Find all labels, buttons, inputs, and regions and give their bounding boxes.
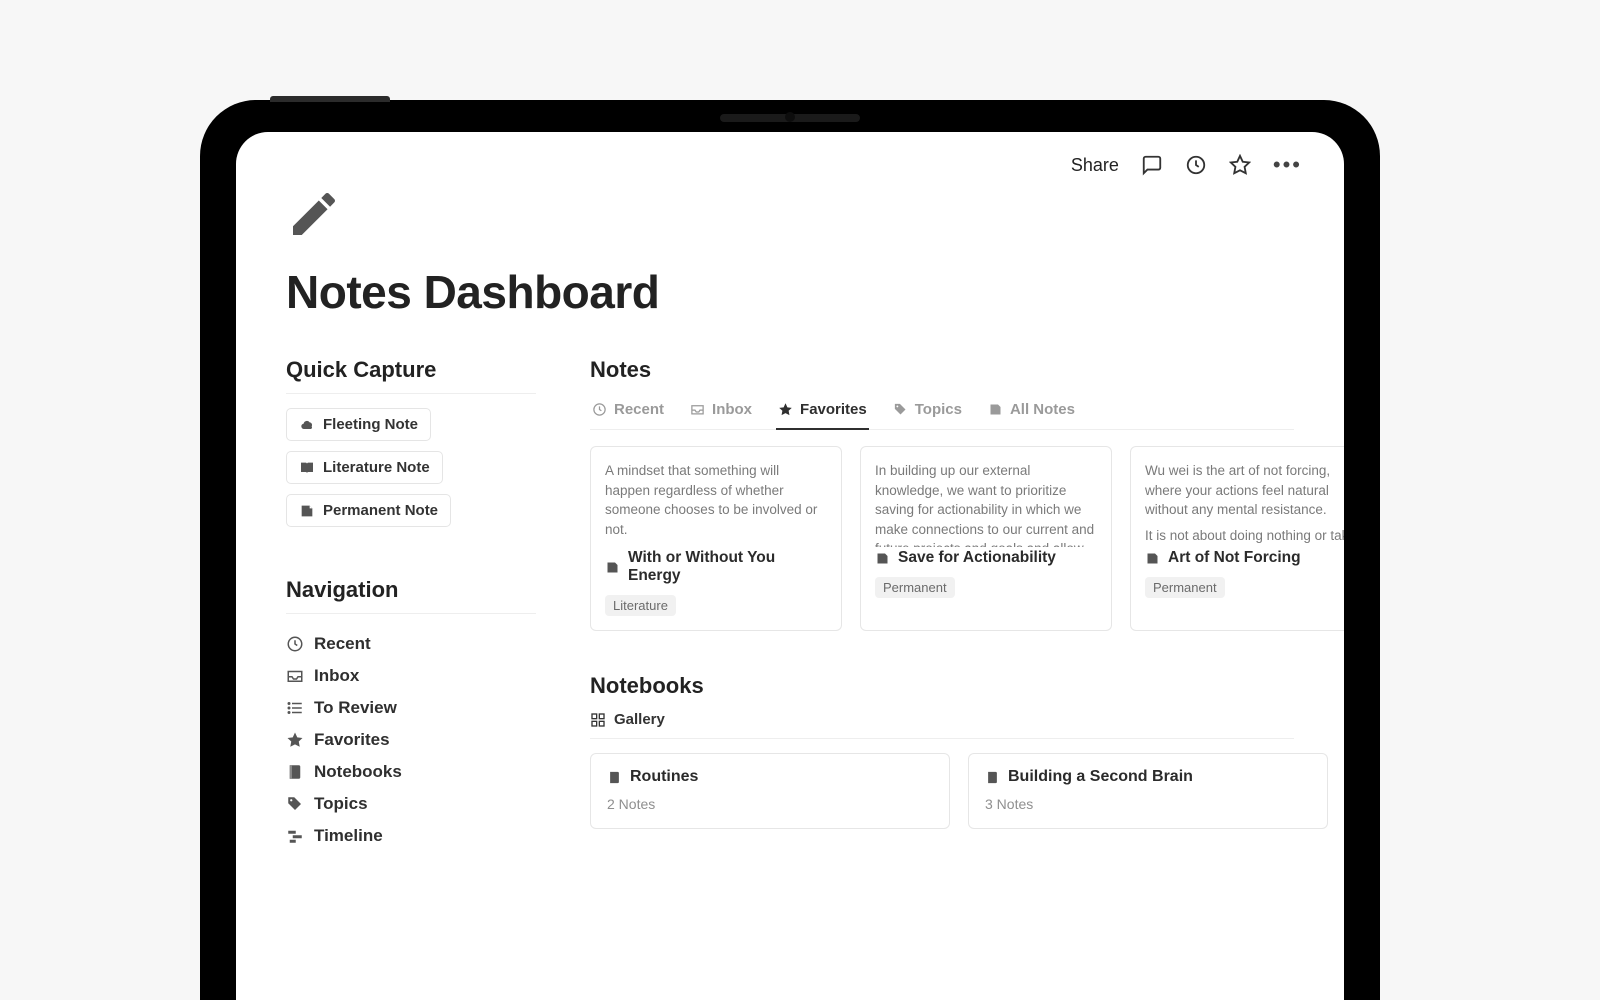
tab-inbox[interactable]: Inbox	[688, 393, 754, 430]
tab-all-notes[interactable]: All Notes	[986, 393, 1077, 430]
book-open-icon	[299, 460, 315, 476]
gallery-icon	[590, 712, 606, 728]
notebook-icon	[985, 770, 1000, 785]
tab-favorites[interactable]: Favorites	[776, 393, 869, 430]
notes-heading: Notes	[590, 357, 1294, 383]
note-icon	[988, 402, 1003, 417]
nav-topics[interactable]: Topics	[286, 788, 536, 820]
nav-favorites[interactable]: Favorites	[286, 724, 536, 756]
tab-label: Topics	[915, 401, 962, 418]
quick-capture-heading: Quick Capture	[286, 357, 536, 383]
tab-recent[interactable]: Recent	[590, 393, 666, 430]
note-icon	[875, 551, 890, 566]
inbox-icon	[690, 402, 705, 417]
view-label: Gallery	[614, 711, 665, 728]
tab-topics[interactable]: Topics	[891, 393, 964, 430]
note-tag: Permanent	[1145, 577, 1225, 598]
nav-recent[interactable]: Recent	[286, 628, 536, 660]
clock-icon	[286, 635, 304, 653]
quick-capture-literature[interactable]: Literature Note	[286, 451, 443, 484]
notebook-count: 3 Notes	[985, 796, 1311, 812]
note-excerpt: In building up our external knowledge, w…	[861, 447, 1111, 547]
inbox-icon	[286, 667, 304, 685]
notebook-title: Building a Second Brain	[1008, 768, 1193, 786]
note-card[interactable]: In building up our external knowledge, w…	[860, 446, 1112, 631]
page-title: Notes Dashboard	[286, 265, 1294, 319]
nav-label: To Review	[314, 698, 397, 718]
device-top-buttons	[270, 96, 390, 102]
timeline-icon	[286, 827, 304, 845]
tab-label: All Notes	[1010, 401, 1075, 418]
note-icon	[299, 503, 315, 519]
nav-label: Recent	[314, 634, 371, 654]
comments-icon[interactable]	[1141, 154, 1163, 176]
notebook-title: Routines	[630, 768, 698, 786]
list-icon	[286, 699, 304, 717]
share-button[interactable]: Share	[1071, 155, 1119, 176]
note-icon	[1145, 551, 1160, 566]
notebooks-heading: Notebooks	[590, 673, 1294, 699]
nav-label: Favorites	[314, 730, 390, 750]
tag-icon	[893, 402, 908, 417]
nav-label: Timeline	[314, 826, 383, 846]
notes-tabs: Recent Inbox Favorites Topics	[590, 393, 1294, 430]
quick-capture-fleeting[interactable]: Fleeting Note	[286, 408, 431, 441]
nav-to-review[interactable]: To Review	[286, 692, 536, 724]
nav-timeline[interactable]: Timeline	[286, 820, 536, 852]
notebook-card[interactable]: Building a Second Brain 3 Notes	[968, 753, 1328, 829]
star-fill-icon	[286, 731, 304, 749]
note-tag: Literature	[605, 595, 676, 616]
nav-label: Inbox	[314, 666, 359, 686]
nav-inbox[interactable]: Inbox	[286, 660, 536, 692]
note-title: With or Without You Energy	[628, 549, 827, 585]
page-icon-pencil	[286, 186, 1294, 247]
note-card[interactable]: Wu wei is the art of not forcing, where …	[1130, 446, 1344, 631]
quick-capture-permanent[interactable]: Permanent Note	[286, 494, 451, 527]
note-card[interactable]: A mindset that something will happen reg…	[590, 446, 842, 631]
nav-label: Topics	[314, 794, 368, 814]
tablet-frame: Share ••• Notes Dashboard Quick Capt	[200, 100, 1380, 1000]
divider	[286, 393, 536, 394]
navigation-heading: Navigation	[286, 577, 536, 603]
tag-icon	[286, 795, 304, 813]
notebook-icon	[286, 763, 304, 781]
camera-dot	[785, 112, 795, 122]
note-title: Save for Actionability	[898, 549, 1056, 567]
note-title: Art of Not Forcing	[1168, 549, 1301, 567]
nav-label: Notebooks	[314, 762, 402, 782]
note-excerpt: Wu wei is the art of not forcing, where …	[1131, 447, 1344, 547]
tab-label: Inbox	[712, 401, 752, 418]
chip-label: Permanent Note	[323, 502, 438, 519]
more-icon[interactable]: •••	[1273, 152, 1302, 178]
tab-label: Recent	[614, 401, 664, 418]
tab-label: Favorites	[800, 401, 867, 418]
note-icon	[605, 560, 620, 575]
chip-label: Literature Note	[323, 459, 430, 476]
note-tag: Permanent	[875, 577, 955, 598]
notebook-count: 2 Notes	[607, 796, 933, 812]
chip-label: Fleeting Note	[323, 416, 418, 433]
nav-notebooks[interactable]: Notebooks	[286, 756, 536, 788]
notes-cards: A mindset that something will happen reg…	[590, 446, 1294, 631]
notebook-icon	[607, 770, 622, 785]
note-excerpt: A mindset that something will happen reg…	[591, 447, 841, 547]
divider	[286, 613, 536, 614]
notebook-card[interactable]: Routines 2 Notes	[590, 753, 950, 829]
screen: Share ••• Notes Dashboard Quick Capt	[236, 132, 1344, 1000]
clock-icon	[592, 402, 607, 417]
thought-icon	[299, 417, 315, 433]
star-icon[interactable]	[1229, 154, 1251, 176]
notebook-cards: Routines 2 Notes Building a Second Brain…	[590, 753, 1294, 829]
notebooks-view-gallery[interactable]: Gallery	[590, 705, 1294, 739]
topbar: Share •••	[1071, 152, 1302, 178]
star-fill-icon	[778, 402, 793, 417]
history-icon[interactable]	[1185, 154, 1207, 176]
